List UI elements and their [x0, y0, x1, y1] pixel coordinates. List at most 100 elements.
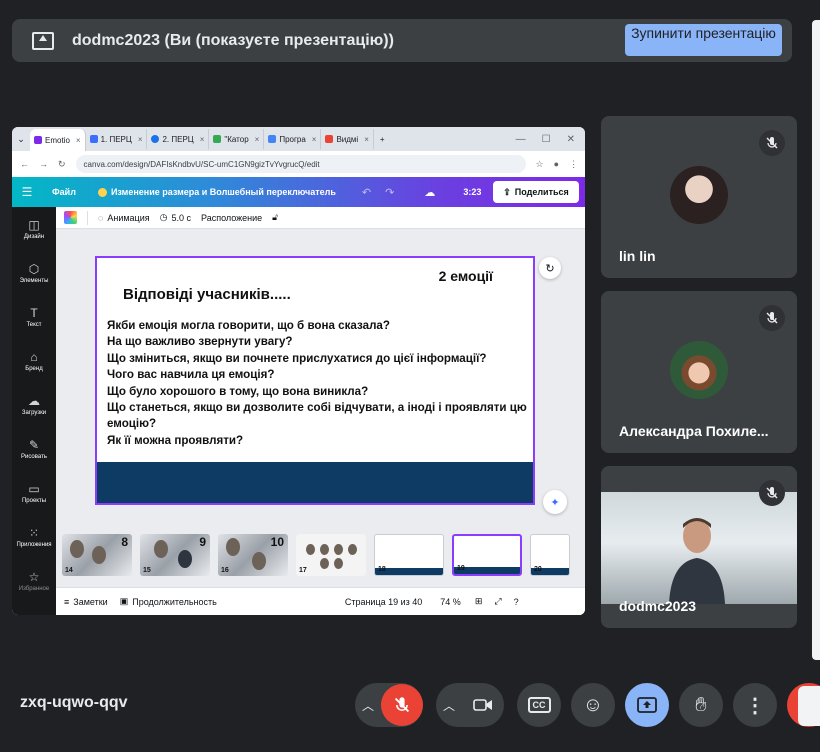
sidebar-item-apps[interactable]: ⁙ Приложения [12, 515, 56, 559]
minimize-icon[interactable]: — [516, 134, 526, 145]
thumbnail-face [348, 544, 357, 555]
close-window-icon[interactable]: ✕ [567, 134, 575, 145]
apps-icon: ⁙ [28, 525, 40, 540]
slide-thumbnail[interactable]: 8 14 [62, 534, 132, 576]
slide-thumbnail[interactable]: 9 15 [140, 534, 210, 576]
thumbnail-face [70, 540, 84, 558]
refresh-icon[interactable]: ↻ [539, 257, 561, 279]
slide-question: На що важливо звернути увагу? [107, 335, 293, 349]
new-tab-button[interactable]: + [380, 135, 385, 144]
sidebar-label: Бренд [25, 365, 43, 372]
sidebar-label: Рисовать [21, 453, 47, 460]
tab-label: Emotio [45, 135, 70, 145]
profile-avatar-icon[interactable]: ● [554, 159, 559, 169]
thumbnail-face [178, 550, 192, 568]
grid-view-icon[interactable]: ⊞ [475, 596, 483, 607]
audio-options-chevron-icon[interactable]: ︿ [355, 697, 381, 714]
sidebar-label: Дизайн [23, 233, 45, 240]
sidebar-item-elements[interactable]: ⬡ Элементы [12, 251, 56, 295]
file-menu[interactable]: Файл [52, 187, 76, 197]
bookmark-star-icon[interactable]: ☆ [536, 159, 544, 170]
sidebar-item-brand[interactable]: ⌂ Бренд [12, 339, 56, 383]
more-options-button[interactable]: ⋮ [733, 683, 777, 727]
present-now-button[interactable] [625, 683, 669, 727]
current-slide[interactable]: 2 емоції Відповіді учасників..... Якби е… [95, 256, 535, 505]
emoji-reaction-button[interactable]: ☺︎ [571, 683, 615, 727]
sidebar-item-draw[interactable]: ✎ Рисовать [12, 427, 56, 471]
position-button[interactable]: Расположение [201, 213, 262, 223]
camera-button[interactable] [462, 684, 504, 726]
camera-control-group: ︿ [436, 683, 504, 727]
close-tab-icon[interactable]: × [138, 135, 143, 144]
share-button[interactable]: ⇪ Поделиться [493, 181, 579, 203]
hand-icon: ✋︎ [695, 693, 707, 716]
sidebar-label: Элементы [19, 277, 49, 284]
canva-menu-icon[interactable]: ☰ [16, 185, 38, 199]
help-icon[interactable]: ? [514, 597, 519, 607]
duration-button[interactable]: ◷ 5.0 с [160, 212, 191, 223]
magic-sparkle-icon[interactable]: ✦ [543, 490, 567, 514]
slide-thumbnail[interactable]: 17 [296, 534, 366, 576]
fullscreen-icon[interactable]: ⤢ [494, 596, 501, 607]
sidebar-item-design[interactable]: ◫ Дизайн [12, 207, 56, 251]
microphone-off-button[interactable] [381, 684, 423, 726]
browser-menu-icon[interactable]: ⋮ [569, 159, 578, 170]
notes-button[interactable]: ≡ Заметки [64, 597, 108, 607]
participant-tile-self[interactable]: dodmc2023 [601, 466, 797, 628]
sidebar-item-projects[interactable]: ▭ Проекты [12, 471, 56, 515]
browser-tab[interactable]: "Катор × [209, 129, 265, 149]
slide-thumbnail[interactable]: 10 16 [218, 534, 288, 576]
sidebar-item-favorites[interactable]: ☆ Избранное [12, 559, 56, 603]
maximize-icon[interactable]: ☐ [542, 134, 551, 145]
raise-hand-button[interactable]: ✋︎ [679, 683, 723, 727]
duration-toggle-button[interactable]: ▣ Продолжительность [120, 596, 217, 607]
slide-question: Що зміниться, якщо ви почнете прислухати… [107, 351, 487, 365]
layout-icon: ◫ [28, 217, 40, 232]
crown-icon [97, 187, 107, 197]
close-tab-icon[interactable]: × [364, 135, 369, 144]
undo-icon[interactable]: ↶ [362, 186, 371, 199]
close-tab-icon[interactable]: × [255, 135, 260, 144]
close-tab-icon[interactable]: × [312, 135, 317, 144]
browser-tab[interactable]: 1. ПЕРЦ × [86, 129, 148, 149]
lock-icon[interactable]: 🔓︎ [272, 212, 278, 223]
sidebar-item-text[interactable]: T Текст [12, 295, 56, 339]
video-options-chevron-icon[interactable]: ︿ [436, 697, 462, 714]
side-dock [798, 686, 820, 726]
sidebar-label: Приложения [16, 541, 52, 548]
reload-icon[interactable]: ↻ [58, 159, 66, 170]
resize-magic-switch-button[interactable]: Изменение размера и Волшебный переключат… [97, 187, 336, 197]
slide-thumbnail-selected[interactable]: 19 [452, 534, 522, 576]
browser-tab[interactable]: 2. ПЕРЦ × [147, 129, 210, 149]
participant-tile[interactable]: Александра Похиле... [601, 291, 797, 453]
captions-button[interactable]: CC [517, 683, 561, 727]
sidebar-item-uploads[interactable]: ☁ Загрузки [12, 383, 56, 427]
close-tab-icon[interactable]: × [76, 136, 81, 145]
canva-favicon-icon [34, 136, 42, 144]
color-picker-icon[interactable] [64, 211, 77, 224]
participant-name: lin lin [619, 248, 656, 264]
text-icon: T [30, 305, 38, 320]
participant-name: dodmc2023 [619, 598, 697, 614]
slide-thumbnail[interactable]: 18 [374, 534, 444, 576]
camera-video [601, 492, 797, 604]
animation-button[interactable]: ◌ Анимация [98, 213, 150, 223]
slide-thumbnail[interactable]: 20 [530, 534, 570, 576]
browser-tab[interactable]: Emotio × [30, 129, 86, 151]
thumbnail-face [252, 552, 266, 570]
tab-search-icon[interactable]: ⌄ [12, 134, 30, 145]
stop-presenting-button[interactable]: Зупинити презентацію [625, 24, 782, 56]
close-tab-icon[interactable]: × [200, 135, 205, 144]
tab-label: Програ [279, 134, 306, 144]
browser-tab[interactable]: Програ × [264, 129, 322, 149]
participant-tile[interactable]: lin lin [601, 116, 797, 278]
back-arrow-icon[interactable]: ← [20, 159, 29, 169]
forward-arrow-icon[interactable]: → [39, 159, 48, 169]
slide-question: Чого вас навчила ця емоція? [107, 368, 275, 382]
zoom-level[interactable]: 74 % [440, 597, 461, 607]
browser-tab[interactable]: Видмі × [321, 129, 374, 149]
share-icon: ⇪ [503, 186, 511, 197]
cloud-sync-icon[interactable]: ☁ [424, 186, 435, 199]
address-bar[interactable]: canva.com/design/DAFIsKndbvU/SC-umC1GN9g… [75, 155, 526, 173]
redo-icon[interactable]: ↷ [385, 186, 394, 199]
